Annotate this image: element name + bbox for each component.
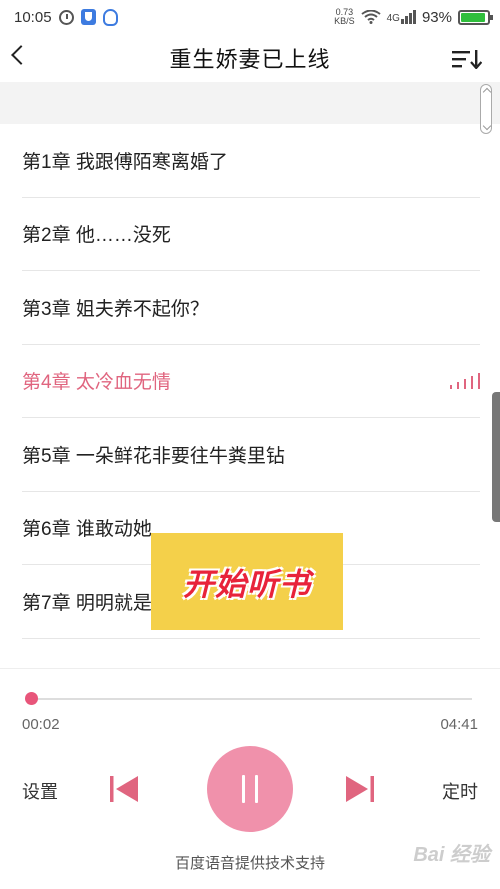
pause-icon-bar-left [242, 775, 245, 803]
status-left: 10:05 [14, 8, 118, 26]
pause-button[interactable] [207, 746, 293, 832]
battery-icon [458, 9, 493, 25]
list-top-band [0, 82, 500, 124]
chapter-item[interactable]: 第3章 姐夫养不起你？ [22, 271, 480, 345]
chapter-title: 第6章 谁敢动她 [22, 519, 152, 541]
now-playing-icon [450, 372, 480, 389]
timer-button[interactable]: 定时 [442, 778, 478, 804]
next-chapter-icon[interactable] [344, 775, 376, 803]
progress-track[interactable] [30, 698, 472, 700]
baidu-jingyan-watermark: Bai 经验 [413, 844, 490, 866]
network-speed: 0.73 KB/S [334, 8, 355, 26]
status-bar: 10:05 0.73 KB/S 4G 93% [0, 0, 500, 34]
chapter-item[interactable]: 第1章 我跟傅陌寒离婚了 [22, 124, 480, 198]
side-drawer-handle[interactable] [492, 392, 500, 522]
qq-icon [102, 8, 118, 26]
page-title: 重生娇妻已上线 [169, 47, 331, 72]
chapter-item[interactable]: 第4章 太冷血无情 [22, 345, 480, 418]
chapter-title: 第7章 明明就是 [22, 592, 152, 614]
settings-button[interactable]: 设置 [22, 778, 58, 804]
shield-app-icon [80, 9, 96, 25]
battery-percent: 93% [421, 8, 452, 26]
header: 重生娇妻已上线 [0, 34, 500, 82]
chapter-title: 第5章 一朵鲜花非要往牛粪里钻 [22, 445, 285, 467]
current-time: 00:02 [22, 716, 60, 733]
pause-icon-bar-right [255, 775, 258, 803]
back-arrow-icon[interactable] [11, 45, 31, 65]
chapter-item[interactable]: 第2章 他……没死 [22, 198, 480, 271]
chapter-title: 第2章 他……没死 [22, 225, 171, 247]
alarm-icon [58, 9, 74, 25]
chapter-title: 第4章 太冷血无情 [22, 372, 171, 394]
wifi-icon [361, 10, 381, 24]
previous-chapter-icon[interactable] [108, 775, 140, 803]
start-listening-sticker: 开始听书 [151, 533, 343, 630]
chapter-item[interactable]: 第5章 一朵鲜花非要往牛粪里钻 [22, 418, 480, 492]
status-right: 0.73 KB/S 4G 93% [334, 8, 493, 26]
signal-network-label: 4G [386, 13, 400, 24]
status-time: 10:05 [14, 8, 52, 26]
total-time: 04:41 [440, 716, 478, 733]
progress-knob[interactable] [25, 692, 38, 705]
network-speed-unit: KB/S [334, 16, 355, 26]
chapter-title: 第3章 姐夫养不起你？ [22, 298, 209, 320]
chapter-title: 第1章 我跟傅陌寒离婚了 [22, 151, 228, 173]
sticker-text: 开始听书 [183, 567, 311, 602]
sort-order-icon[interactable] [452, 49, 482, 69]
player-divider [0, 668, 500, 669]
cellular-signal-icon: 4G [387, 10, 416, 24]
player-controls: 设置 定时 [0, 746, 500, 832]
battery-fill [461, 12, 486, 22]
